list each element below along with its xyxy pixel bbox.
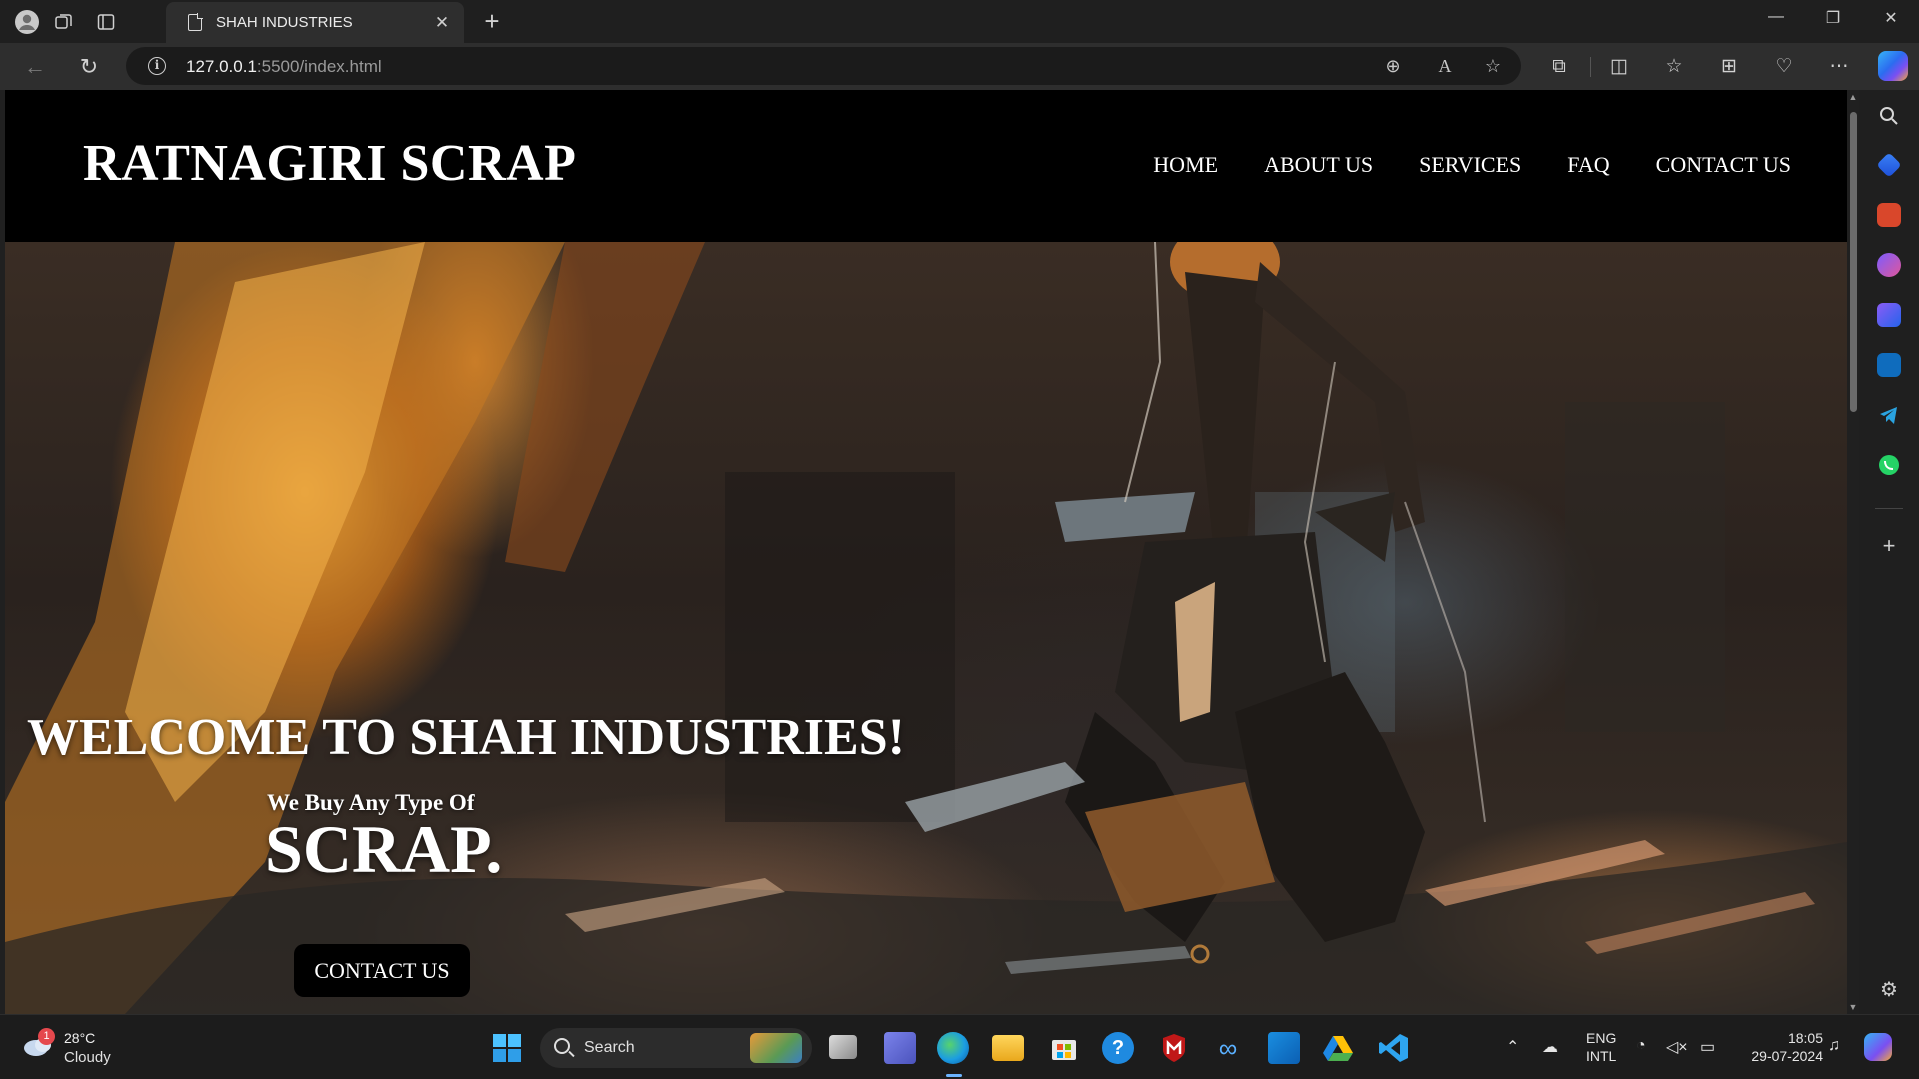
site-info-icon[interactable]: i (148, 57, 166, 75)
edge-sidebar: + ⚙ (1859, 90, 1919, 1014)
copilot-icon[interactable] (1878, 51, 1908, 81)
url-host: 127.0.0.1 (186, 57, 257, 76)
taskbar-search-box[interactable]: Search (540, 1028, 812, 1068)
workspaces-icon[interactable] (50, 8, 78, 36)
edge-active-indicator (946, 1074, 962, 1077)
language-code: ENG (1586, 1030, 1617, 1046)
sidebar-microsoft-365-icon[interactable] (1877, 303, 1901, 327)
clock-date: 29-07-2024 (1751, 1048, 1823, 1064)
refresh-button[interactable]: ↻ (74, 53, 104, 81)
wifi-icon[interactable]: ◔ (1636, 1037, 1646, 1055)
back-button[interactable]: ← (20, 53, 50, 81)
address-bar[interactable]: i 127.0.0.1:5500/index.html ⊕ A ☆ (126, 47, 1521, 85)
sidebar-shopping-icon[interactable] (1876, 152, 1902, 178)
keyboard-layout: INTL (1586, 1048, 1617, 1064)
sidebar-settings-icon[interactable]: ⚙ (1877, 978, 1901, 1002)
page-viewport: RATNAGIRI SCRAP HOME ABOUT US SERVICES F… (5, 90, 1847, 1014)
teams-icon[interactable] (884, 1032, 916, 1064)
sidebar-whatsapp-icon[interactable] (1877, 453, 1901, 477)
minimize-button[interactable]: — (1756, 8, 1796, 26)
sidebar-tools-icon[interactable] (1877, 203, 1901, 227)
site-logo[interactable]: RATNAGIRI SCRAP (83, 134, 576, 193)
sidebar-search-icon[interactable] (1877, 104, 1901, 128)
url-path: :5500/index.html (256, 57, 382, 76)
outlook-icon[interactable] (1268, 1032, 1300, 1064)
weather-badge: 1 (38, 1028, 55, 1045)
hero-title: WELCOME TO SHAH INDUSTRIES! (27, 709, 905, 766)
tab-actions-icon[interactable] (92, 8, 120, 36)
browser-essentials-icon[interactable]: ♡ (1769, 54, 1799, 80)
search-highlight-image (750, 1033, 802, 1063)
mcafee-icon[interactable] (1158, 1032, 1190, 1064)
site-header: RATNAGIRI SCRAP HOME ABOUT US SERVICES F… (5, 90, 1847, 242)
scroll-down-arrow-icon[interactable]: ▼ (1847, 1002, 1859, 1012)
url-text[interactable]: 127.0.0.1:5500/index.html (186, 57, 382, 77)
notifications-icon[interactable]: ♫ (1828, 1037, 1840, 1055)
hero-section: WELCOME TO SHAH INDUSTRIES! We Buy Any T… (5, 242, 1847, 1014)
restore-button[interactable]: ❐ (1813, 8, 1853, 28)
task-view-icon[interactable] (829, 1035, 857, 1059)
edge-icon[interactable] (937, 1032, 969, 1064)
nav-home[interactable]: HOME (1153, 152, 1218, 178)
hero-highlight-word: SCRAP. (265, 811, 503, 887)
search-icon (554, 1038, 570, 1054)
microsoft-store-icon[interactable] (1048, 1032, 1080, 1064)
get-help-icon[interactable]: ? (1102, 1032, 1134, 1064)
nav-faq[interactable]: FAQ (1567, 152, 1609, 178)
sidebar-games-icon[interactable] (1877, 253, 1901, 277)
tab-close-icon[interactable]: ✕ (432, 13, 452, 33)
clock-time: 18:05 (1787, 1030, 1823, 1046)
dev-home-icon[interactable]: ∞ (1212, 1032, 1244, 1064)
show-hidden-icons-chevron-icon[interactable]: ⌃ (1506, 1037, 1519, 1057)
sidebar-divider (1875, 508, 1903, 509)
toolbar-divider (1590, 57, 1591, 77)
page-icon (188, 13, 203, 31)
hero-contact-button[interactable]: CONTACT US (294, 944, 470, 997)
zoom-icon[interactable]: ⊕ (1380, 54, 1406, 78)
read-aloud-icon[interactable]: A (1432, 54, 1458, 78)
nav-about-us[interactable]: ABOUT US (1264, 152, 1373, 178)
file-explorer-icon[interactable] (992, 1035, 1024, 1061)
battery-icon[interactable]: ▭ (1700, 1037, 1715, 1057)
onedrive-icon[interactable]: ☁ (1542, 1037, 1558, 1057)
vscode-icon[interactable] (1378, 1032, 1410, 1064)
scroll-up-arrow-icon[interactable]: ▲ (1847, 92, 1859, 102)
sidebar-add-icon[interactable]: + (1877, 534, 1901, 558)
nav-services[interactable]: SERVICES (1419, 152, 1521, 178)
language-indicator[interactable]: ENG INTL (1586, 1029, 1616, 1065)
profile-avatar-icon[interactable] (13, 8, 41, 36)
google-drive-icon[interactable] (1322, 1032, 1354, 1064)
collections-icon[interactable]: ⊞ (1714, 54, 1744, 80)
browser-tab-active[interactable]: SHAH INDUSTRIES ✕ (166, 2, 464, 43)
taskbar-search-label: Search (584, 1039, 635, 1056)
close-window-button[interactable]: ✕ (1871, 8, 1911, 28)
volume-muted-icon[interactable]: ◁× (1666, 1037, 1688, 1057)
sidebar-telegram-icon[interactable] (1877, 403, 1901, 427)
page-scrollbar[interactable]: ▲ ▼ (1847, 90, 1859, 1014)
browser-tab-bar: SHAH INDUSTRIES ✕ + — ❐ ✕ (0, 0, 1919, 43)
extensions-icon[interactable]: ⧉ (1544, 54, 1574, 80)
sidebar-outlook-icon[interactable] (1877, 353, 1901, 377)
weather-condition[interactable]: Cloudy (64, 1049, 111, 1066)
nav-contact-us[interactable]: CONTACT US (1656, 152, 1791, 178)
split-screen-icon[interactable]: ◫ (1604, 54, 1634, 80)
weather-temperature[interactable]: 28°C (64, 1030, 95, 1046)
favorite-star-icon[interactable]: ☆ (1480, 54, 1506, 78)
hero-background-image (5, 242, 1847, 1014)
new-tab-button[interactable]: + (477, 6, 507, 37)
scrollbar-thumb[interactable] (1850, 112, 1857, 412)
system-clock[interactable]: 18:05 29-07-2024 (1735, 1029, 1823, 1065)
favorites-icon[interactable]: ☆ (1659, 54, 1689, 80)
copilot-taskbar-icon[interactable] (1864, 1033, 1892, 1061)
windows-start-icon[interactable] (491, 1032, 523, 1064)
main-nav: HOME ABOUT US SERVICES FAQ CONTACT US (1153, 152, 1791, 178)
tab-title: SHAH INDUSTRIES (216, 14, 353, 31)
more-menu-icon[interactable]: ⋯ (1824, 54, 1854, 80)
browser-toolbar: ← ↻ i 127.0.0.1:5500/index.html ⊕ A ☆ ⧉ … (0, 43, 1919, 90)
windows-taskbar: 1 28°C Cloudy Search ? ∞ ⌃ ☁ ENG INTL ◔ … (0, 1014, 1919, 1079)
